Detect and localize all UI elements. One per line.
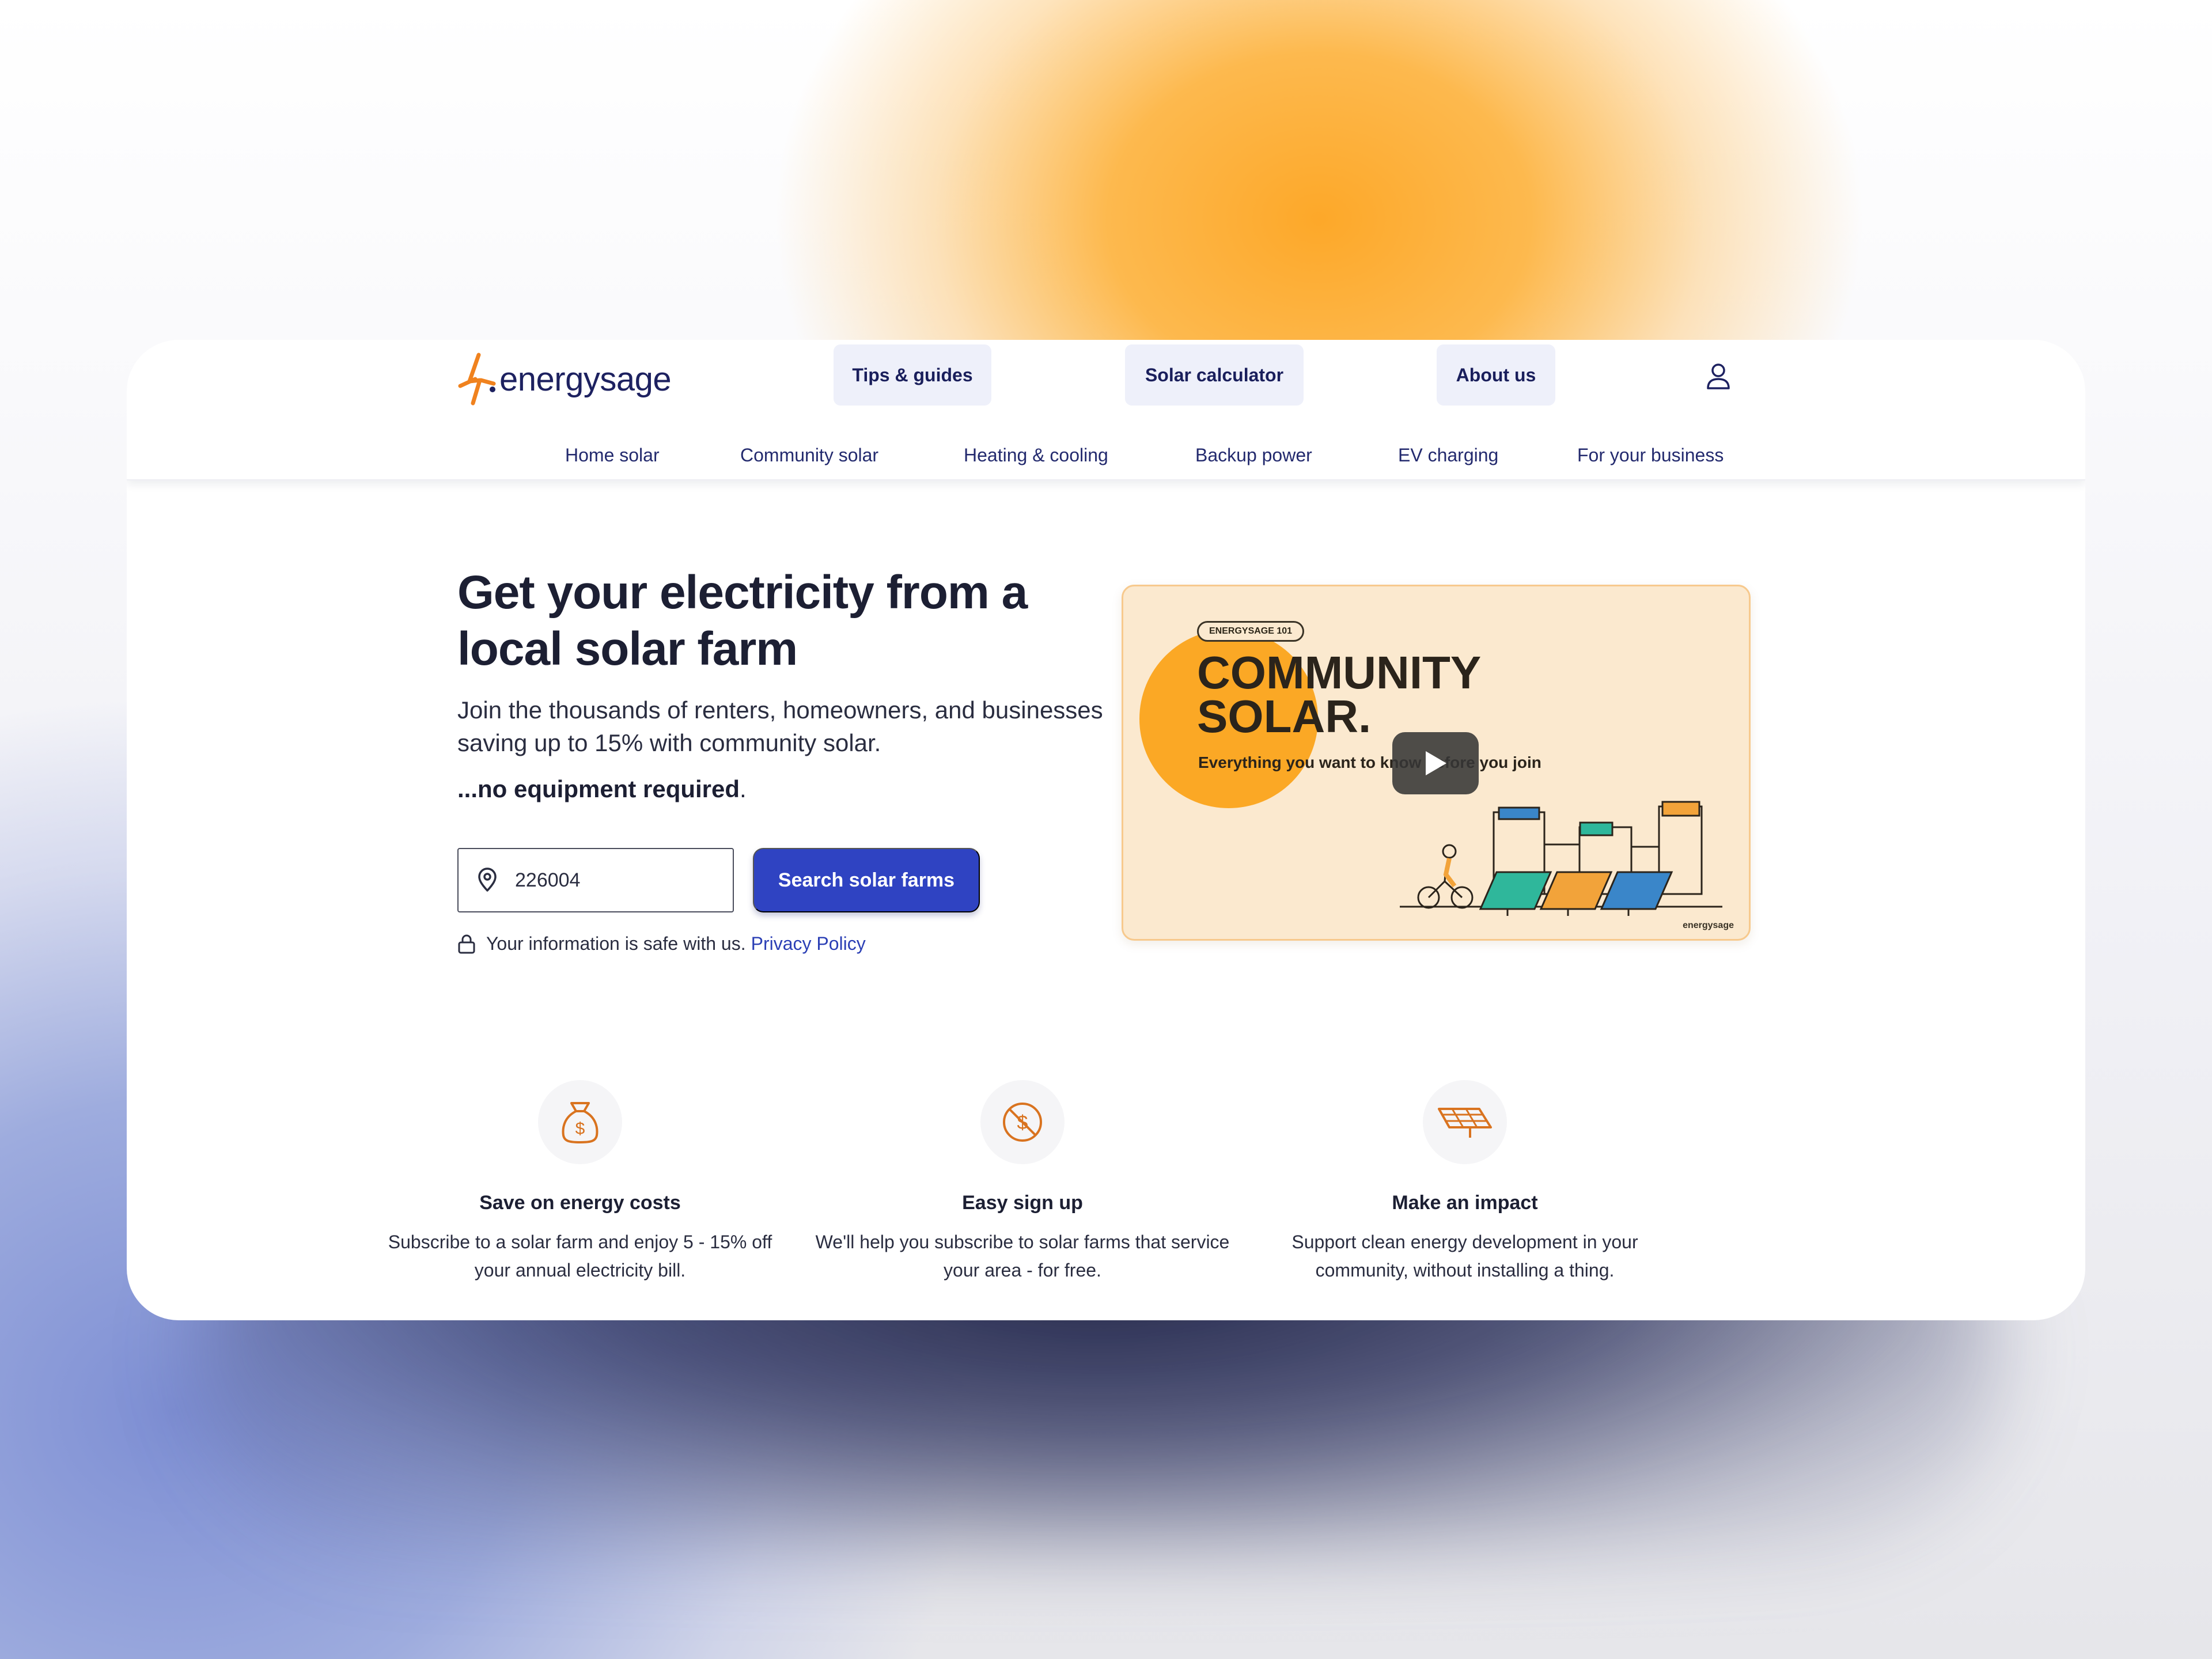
nav-about-us[interactable]: About us xyxy=(1437,344,1555,406)
hero-note-end: . xyxy=(740,775,747,802)
feature-impact: Make an impact Support clean energy deve… xyxy=(1257,1080,1672,1285)
money-bag-icon: $ xyxy=(562,1102,599,1143)
subnav-for-your-business[interactable]: For your business xyxy=(1577,445,1724,466)
zip-code-input[interactable]: 226004 xyxy=(457,848,734,912)
privacy-policy-link[interactable]: Privacy Policy xyxy=(751,933,866,955)
browser-card: energysage Tips & guides Solar calculato… xyxy=(127,340,2085,1320)
hero-title: Get your electricity from a local solar … xyxy=(457,566,1028,675)
privacy-text: Your information is safe with us. xyxy=(486,933,746,954)
lock-icon xyxy=(458,934,475,953)
feature-title: Save on energy costs xyxy=(479,1192,681,1214)
svg-text:$: $ xyxy=(575,1119,585,1138)
hero-note: ...no equipment required. xyxy=(457,775,747,803)
feature-text: We'll help you subscribe to solar farms … xyxy=(815,1232,1230,1281)
play-button[interactable] xyxy=(1392,732,1479,794)
feature-text: Subscribe to a solar farm and enjoy 5 - … xyxy=(388,1232,772,1281)
logo-text: energysage xyxy=(499,360,672,398)
hero-note-bold: ...no equipment required xyxy=(457,775,740,802)
subnav-ev-charging[interactable]: EV charging xyxy=(1398,445,1498,466)
location-pin-icon xyxy=(478,868,497,892)
video-title: COMMUNITY SOLAR. xyxy=(1197,647,1482,740)
privacy-note: Your information is safe with us. Privac… xyxy=(457,933,866,955)
bolt-logo-icon xyxy=(458,353,496,406)
video-badge: ENERGYSAGE 101 xyxy=(1197,621,1305,642)
feature-icon-wrap: $ xyxy=(980,1080,1065,1164)
no-fee-icon: $ xyxy=(1003,1103,1042,1142)
svg-text:$: $ xyxy=(1017,1112,1028,1134)
user-icon[interactable] xyxy=(1705,362,1732,391)
logo[interactable]: energysage xyxy=(458,350,672,408)
play-icon xyxy=(1426,751,1446,775)
feature-easy-signup: $ Easy sign up We'll help you subscribe … xyxy=(815,1080,1230,1285)
video-brand: energysage xyxy=(1683,921,1734,930)
nav-tips-guides[interactable]: Tips & guides xyxy=(834,344,991,406)
subnav-home-solar[interactable]: Home solar xyxy=(565,445,660,466)
nav-solar-calculator[interactable]: Solar calculator xyxy=(1125,344,1304,406)
subnav-backup-power[interactable]: Backup power xyxy=(1195,445,1312,466)
feature-save: $ Save on energy costs Subscribe to a so… xyxy=(373,1080,787,1285)
zip-code-value: 226004 xyxy=(515,869,581,891)
site-header: energysage Tips & guides Solar calculato… xyxy=(127,340,2085,480)
hero-lead: Join the thousands of renters, homeowner… xyxy=(457,696,1103,756)
feature-icon-wrap xyxy=(1423,1080,1507,1164)
subnav-heating-cooling[interactable]: Heating & cooling xyxy=(964,445,1108,466)
feature-title: Easy sign up xyxy=(962,1192,1083,1214)
solar-panel-icon xyxy=(1438,1108,1492,1138)
feature-icon-wrap: $ xyxy=(538,1080,622,1164)
feature-title: Make an impact xyxy=(1392,1192,1538,1214)
search-solar-farms-button[interactable]: Search solar farms xyxy=(753,848,980,912)
video-subtitle: Everything you want to know before you j… xyxy=(1198,753,1541,771)
feature-text: Support clean energy development in your… xyxy=(1291,1232,1638,1281)
subnav-community-solar[interactable]: Community solar xyxy=(740,445,878,466)
video-player[interactable]: ENERGYSAGE 101 COMMUNITY SOLAR. Everythi… xyxy=(1122,585,1751,941)
video-title-line1: COMMUNITY xyxy=(1197,647,1482,698)
